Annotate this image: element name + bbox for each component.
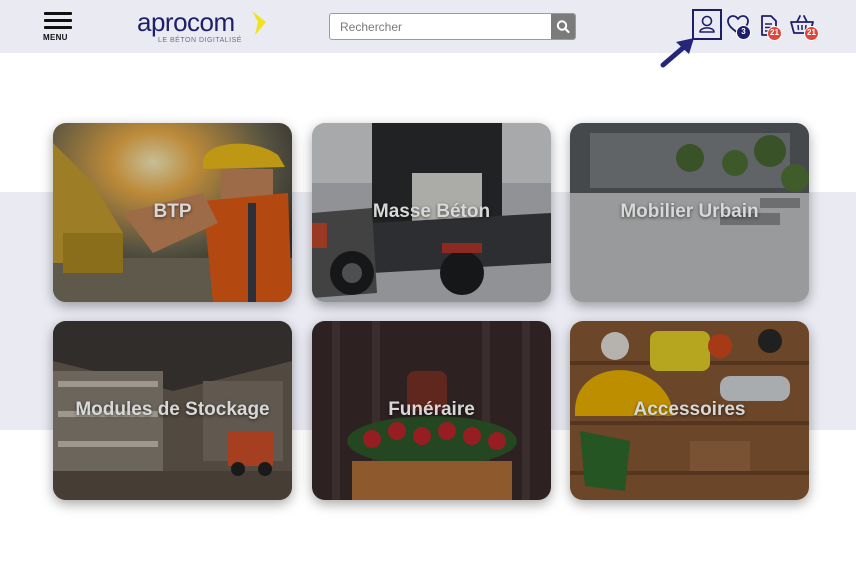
site-logo[interactable]: aprocom LE BÉTON DIGITALISÉ <box>137 8 269 48</box>
wishlist-button[interactable]: 3 <box>726 14 754 42</box>
category-title: Accessoires <box>633 399 746 420</box>
category-title: Funéraire <box>388 399 475 420</box>
search-icon <box>556 20 570 34</box>
cart-button[interactable]: 21 <box>789 14 821 42</box>
search-button[interactable] <box>551 14 575 39</box>
pointer-arrow-icon <box>660 38 694 68</box>
hamburger-icon-line <box>44 12 72 15</box>
category-title: Modules de Stockage <box>75 399 270 420</box>
menu-label: MENU <box>43 33 68 42</box>
category-tile-masse-beton[interactable]: Masse Béton <box>312 123 551 302</box>
category-tile-modules-de-stockage[interactable]: Modules de Stockage <box>53 321 292 500</box>
category-title: Masse Béton <box>372 201 491 222</box>
category-tile-mobilier-urbain[interactable]: Mobilier Urbain <box>570 123 809 302</box>
hamburger-icon-line <box>44 26 72 29</box>
chevron-logo-icon <box>252 11 266 35</box>
category-title: BTP <box>153 201 192 222</box>
category-title: Mobilier Urbain <box>620 201 759 222</box>
category-tile-funeraire[interactable]: Funéraire <box>312 321 551 500</box>
logo-wordmark: aprocom <box>137 7 235 37</box>
search-bar <box>329 13 576 40</box>
category-tile-accessoires[interactable]: Accessoires <box>570 321 809 500</box>
wishlist-count-badge: 3 <box>736 25 751 40</box>
hamburger-icon-line <box>44 19 72 22</box>
quotes-count-badge: 21 <box>767 26 782 41</box>
quotes-button[interactable]: 21 <box>759 14 787 42</box>
cart-count-badge: 21 <box>804 26 819 41</box>
site-header: MENU aprocom LE BÉTON DIGITALISÉ 3 <box>0 0 856 53</box>
category-tile-btp[interactable]: BTP <box>53 123 292 302</box>
search-input[interactable] <box>330 14 552 39</box>
user-icon <box>699 15 715 33</box>
account-button[interactable] <box>692 9 722 40</box>
menu-button[interactable]: MENU <box>43 12 73 44</box>
logo-tagline: LE BÉTON DIGITALISÉ <box>158 37 242 44</box>
